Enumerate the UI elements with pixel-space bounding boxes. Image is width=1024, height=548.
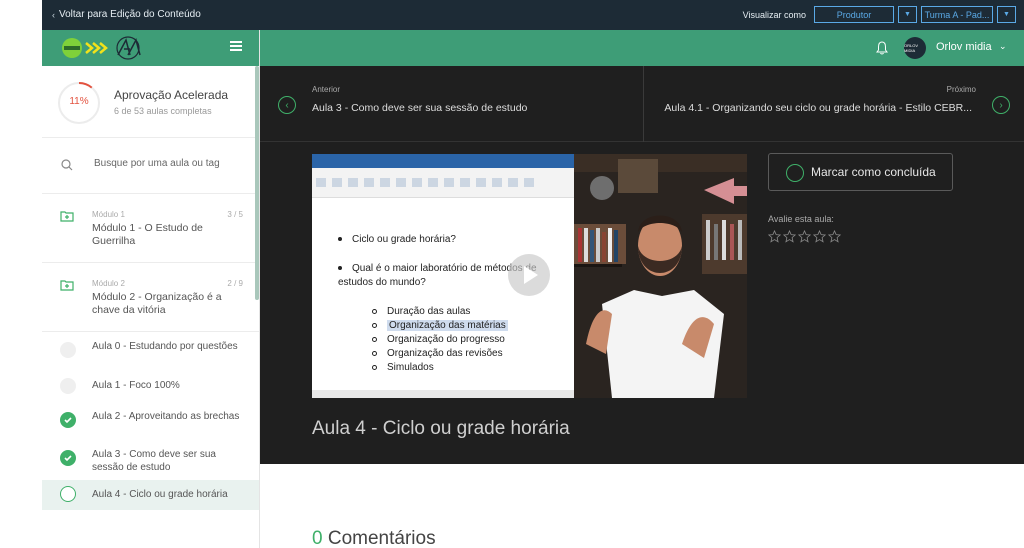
slide-sub-item: Organização das revisões <box>372 348 503 359</box>
rating-stars <box>768 230 841 243</box>
view-as-select[interactable]: Produtor <box>814 6 894 23</box>
chevron-left-icon: ‹ <box>278 96 296 114</box>
slide-sub-item: Duração das aulas <box>372 306 470 317</box>
check-icon <box>60 450 76 466</box>
user-name[interactable]: Orlov midia <box>936 41 992 53</box>
class-dropdown-button[interactable]: ▼ <box>997 6 1016 23</box>
course-title: Aprovação Acelerada <box>114 88 229 102</box>
sidebar-header <box>42 30 259 66</box>
mark-complete-button[interactable]: Marcar como concluída <box>768 153 953 191</box>
play-button[interactable] <box>508 254 550 296</box>
folder-icon <box>60 211 74 222</box>
comments-heading: 0 Comentários <box>312 528 436 548</box>
search-icon <box>61 159 73 171</box>
previous-lesson-title: Aula 3 - Como deve ser sua sessão de est… <box>312 102 528 114</box>
video-player[interactable]: Ciclo ou grade horária? Qual é o maior l… <box>312 154 747 398</box>
module-item[interactable]: Módulo 1 3 / 5 Módulo 1 - O Estudo de Gu… <box>42 194 259 263</box>
back-to-edit-link[interactable]: ‹ Voltar para Edição do Conteúdo <box>52 9 201 20</box>
star-icon[interactable] <box>813 230 826 243</box>
star-icon[interactable] <box>783 230 796 243</box>
view-as-dropdown-button[interactable]: ▼ <box>898 6 917 23</box>
lesson-item[interactable]: Aula 0 - Estudando por questões <box>42 332 259 370</box>
circle-icon <box>786 164 804 182</box>
previous-lesson-link[interactable]: ‹ Anterior Aula 3 - Como deve ser sua se… <box>260 66 644 142</box>
chevron-down-icon[interactable]: ⌄ <box>999 41 1007 52</box>
sidebar-scrollbar[interactable] <box>255 66 259 300</box>
previous-kicker: Anterior <box>312 85 341 94</box>
lesson-item[interactable]: Aula 3 - Como deve ser sua sessão de est… <box>42 440 259 478</box>
brand-logo <box>62 36 141 60</box>
slide-bullet: Ciclo ou grade horária? <box>338 234 456 245</box>
back-link-label: Voltar para Edição do Conteúdo <box>59 9 201 20</box>
slide-sub-item: Organização do progresso <box>372 334 505 345</box>
course-progress-text: 6 de 53 aulas completas <box>114 106 212 116</box>
class-select[interactable]: Turma A - Pad... <box>921 6 993 23</box>
module-item[interactable]: Módulo 2 2 / 9 Módulo 2 - Organização é … <box>42 263 259 332</box>
lesson-item-active[interactable]: Aula 4 - Ciclo ou grade horária <box>42 480 259 510</box>
top-bar: ‹ Voltar para Edição do Conteúdo Visuali… <box>42 0 1024 30</box>
chevron-left-icon: ‹ <box>52 9 55 20</box>
module-kicker: Módulo 2 <box>92 279 125 288</box>
hamburger-menu-icon[interactable] <box>230 41 242 52</box>
slide-ribbon <box>312 168 574 198</box>
bell-icon[interactable] <box>876 41 888 55</box>
lesson-search <box>42 138 259 194</box>
lesson-stage: Ciclo ou grade horária? Qual é o maior l… <box>260 142 1024 464</box>
rating-label: Avalie esta aula: <box>768 214 834 224</box>
next-lesson-link[interactable]: Próximo Aula 4.1 - Organizando seu ciclo… <box>645 66 1024 142</box>
avatar[interactable]: ORLOV MIDIA <box>904 37 926 59</box>
main-content: ORLOV MIDIA Orlov midia ⌄ ‹ Anterior Aul… <box>260 30 1024 548</box>
slide-sub-item: Simulados <box>372 362 434 373</box>
left-edge <box>0 0 42 548</box>
lesson-item[interactable]: Aula 2 - Aproveitando as brechas <box>42 402 259 440</box>
lesson-title: Aula 1 - Foco 100% <box>92 380 180 391</box>
chevron-down-icon: ▼ <box>904 11 911 18</box>
slide-statusbar <box>312 390 574 398</box>
next-kicker: Próximo <box>946 85 976 94</box>
lesson-status-icon <box>60 378 76 394</box>
view-as-label: Visualizar como <box>742 9 806 20</box>
progress-percent: 11% <box>69 96 89 107</box>
next-lesson-title: Aula 4.1 - Organizando seu ciclo ou grad… <box>664 102 972 114</box>
module-title: Módulo 1 - O Estudo de Guerrilha <box>92 222 203 247</box>
folder-icon <box>60 280 74 291</box>
lesson-status-icon <box>60 342 76 358</box>
presenter-image <box>574 154 747 398</box>
sidebar: 11% Aprovação Acelerada 6 de 53 aulas co… <box>42 30 260 548</box>
slide-titlebar <box>312 154 574 168</box>
current-lesson-icon <box>60 486 76 502</box>
chevron-down-icon: ▼ <box>1003 11 1010 18</box>
star-icon[interactable] <box>768 230 781 243</box>
search-input[interactable] <box>94 158 244 169</box>
comments-count: 0 <box>312 528 323 548</box>
module-count: 2 / 9 <box>227 279 243 288</box>
check-icon <box>60 412 76 428</box>
lesson-title: Aula 0 - Estudando por questões <box>92 341 238 352</box>
slide-sub-item: Organização das matérias <box>372 320 508 331</box>
lesson-title: Aula 3 - Como deve ser sua sessão de est… <box>92 449 216 473</box>
view-as-controls: Visualizar como Produtor ▼ Turma A - Pad… <box>743 6 1016 23</box>
course-progress: 11% Aprovação Acelerada 6 de 53 aulas co… <box>42 66 259 138</box>
module-count: 3 / 5 <box>227 210 243 219</box>
module-title: Módulo 2 - Organização é a chave da vitó… <box>92 291 222 316</box>
mark-complete-label: Marcar como concluída <box>811 165 936 179</box>
star-icon[interactable] <box>798 230 811 243</box>
chevron-right-icon: › <box>992 96 1010 114</box>
main-header: ORLOV MIDIA Orlov midia ⌄ <box>260 30 1024 66</box>
lesson-title: Aula 4 - Ciclo ou grade horária <box>92 489 228 500</box>
lesson-title: Aula 2 - Aproveitando as brechas <box>92 411 240 422</box>
comments-label: Comentários <box>327 528 436 548</box>
star-icon[interactable] <box>828 230 841 243</box>
lesson-navigation: ‹ Anterior Aula 3 - Como deve ser sua se… <box>260 66 1024 142</box>
module-kicker: Módulo 1 <box>92 210 125 219</box>
lesson-title-heading: Aula 4 - Ciclo ou grade horária <box>312 418 570 439</box>
lesson-item[interactable]: Aula 1 - Foco 100% <box>42 370 259 402</box>
